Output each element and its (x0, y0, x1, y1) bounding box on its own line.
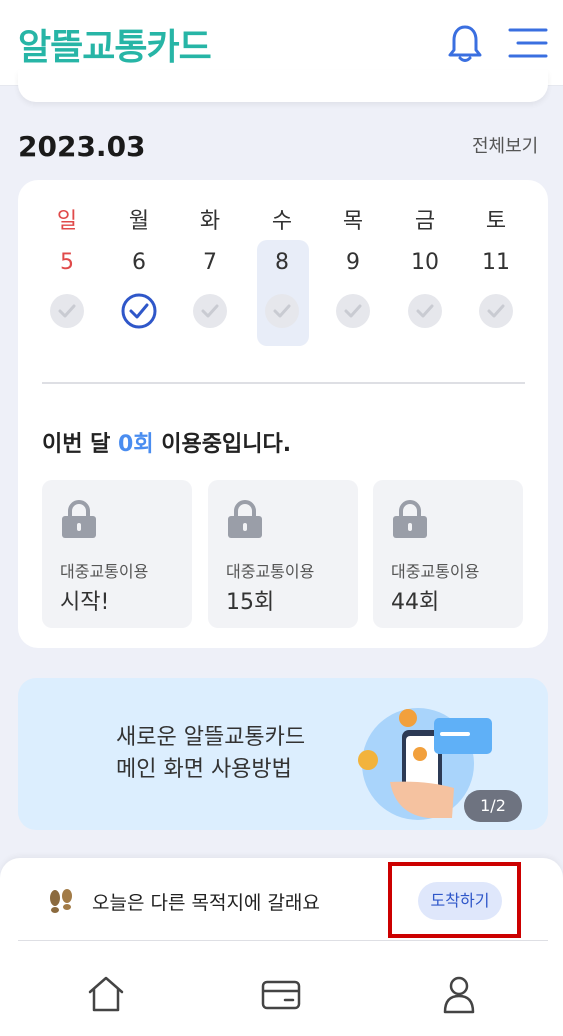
weekday-name: 수 (271, 209, 293, 234)
check-circle-icon (336, 294, 370, 328)
banner-text: 새로운 알뜰교통카드 메인 화면 사용방법 (116, 722, 305, 786)
destination-text: 오늘은 다른 목적지에 갈래요 (92, 892, 320, 914)
guide-banner[interactable]: 새로운 알뜰교통카드 메인 화면 사용방법 1/2 (18, 678, 548, 830)
badge-value: 15회 (226, 590, 275, 615)
badge-value: 44회 (391, 590, 440, 615)
day-date: 8 (275, 250, 289, 275)
lock-icon (228, 500, 262, 538)
weekday-name: 일 (56, 209, 78, 234)
day-date: 7 (203, 250, 217, 275)
bottom-tab-bar (0, 948, 563, 1036)
hamburger-menu-icon[interactable] (506, 24, 550, 62)
card-icon[interactable] (259, 972, 303, 1016)
home-icon[interactable] (84, 972, 128, 1016)
highlight-box: 도착하기 (388, 862, 521, 938)
usage-count: 0회 (118, 432, 154, 457)
banner-pager: 1/2 (464, 790, 522, 822)
usage-suffix: 이용중입니다. (153, 432, 292, 457)
check-circle-active-icon (121, 293, 157, 329)
weekday-name: 화 (199, 209, 221, 234)
check-circle-icon (479, 294, 513, 328)
weekday-name: 토 (485, 209, 507, 234)
day-date: 9 (346, 250, 360, 275)
weekday-name: 월 (128, 209, 150, 234)
day-column[interactable]: 화7 (185, 202, 235, 330)
monthly-usage-text: 이번 달 0회 이용중입니다. (42, 426, 291, 458)
app-logo: 알뜰교통카드 (18, 27, 212, 68)
weekday-name: 목 (342, 209, 364, 234)
badge-start[interactable]: 대중교통이용 시작! (42, 480, 192, 628)
banner-line-2: 메인 화면 사용방법 (116, 757, 292, 782)
weekday-name: 금 (414, 209, 436, 234)
badge-label: 대중교통이용 (60, 562, 149, 581)
day-column[interactable]: 수8 (257, 202, 307, 330)
check-circle-icon (50, 294, 84, 328)
badge-label: 대중교통이용 (226, 562, 315, 581)
bell-icon[interactable] (444, 22, 486, 64)
day-date: 11 (482, 250, 510, 275)
badge-label: 대중교통이용 (391, 562, 480, 581)
day-date: 6 (132, 250, 146, 275)
day-column[interactable]: 토 11 (471, 202, 521, 330)
day-date: 10 (411, 250, 439, 275)
previous-card-edge (18, 70, 548, 102)
person-icon[interactable] (437, 972, 481, 1016)
day-column[interactable]: 일5 (42, 202, 92, 330)
badge-44[interactable]: 대중교통이용 44회 (373, 480, 523, 628)
banner-line-1: 새로운 알뜰교통카드 (116, 725, 306, 750)
arrive-button[interactable]: 도착하기 (418, 882, 502, 920)
lock-icon (393, 500, 427, 538)
day-date: 5 (60, 250, 74, 275)
divider (42, 382, 525, 384)
month-title: 2023.03 (18, 130, 146, 163)
view-all-link[interactable]: 전체보기 (472, 132, 538, 158)
day-column[interactable]: 금 10 (400, 202, 450, 330)
footprints-icon (50, 889, 72, 913)
lock-icon (62, 500, 96, 538)
day-column[interactable]: 목9 (328, 202, 378, 330)
destination-bar: 오늘은 다른 목적지에 갈래요 도착하기 (0, 858, 563, 948)
badge-15[interactable]: 대중교통이용 15회 (208, 480, 358, 628)
badge-value: 시작! (60, 590, 110, 615)
day-column[interactable]: 월6 (114, 202, 164, 330)
check-circle-icon (408, 294, 442, 328)
calendar-card: 일 5 월 6 화 7 수 8 목 9 금 10 토 11 이번 달 0회 이용중입니다. 대중교통이용 … (18, 180, 548, 648)
divider (18, 940, 548, 941)
check-circle-icon (193, 294, 227, 328)
check-circle-icon (265, 294, 299, 328)
usage-prefix: 이번 달 (42, 432, 119, 457)
